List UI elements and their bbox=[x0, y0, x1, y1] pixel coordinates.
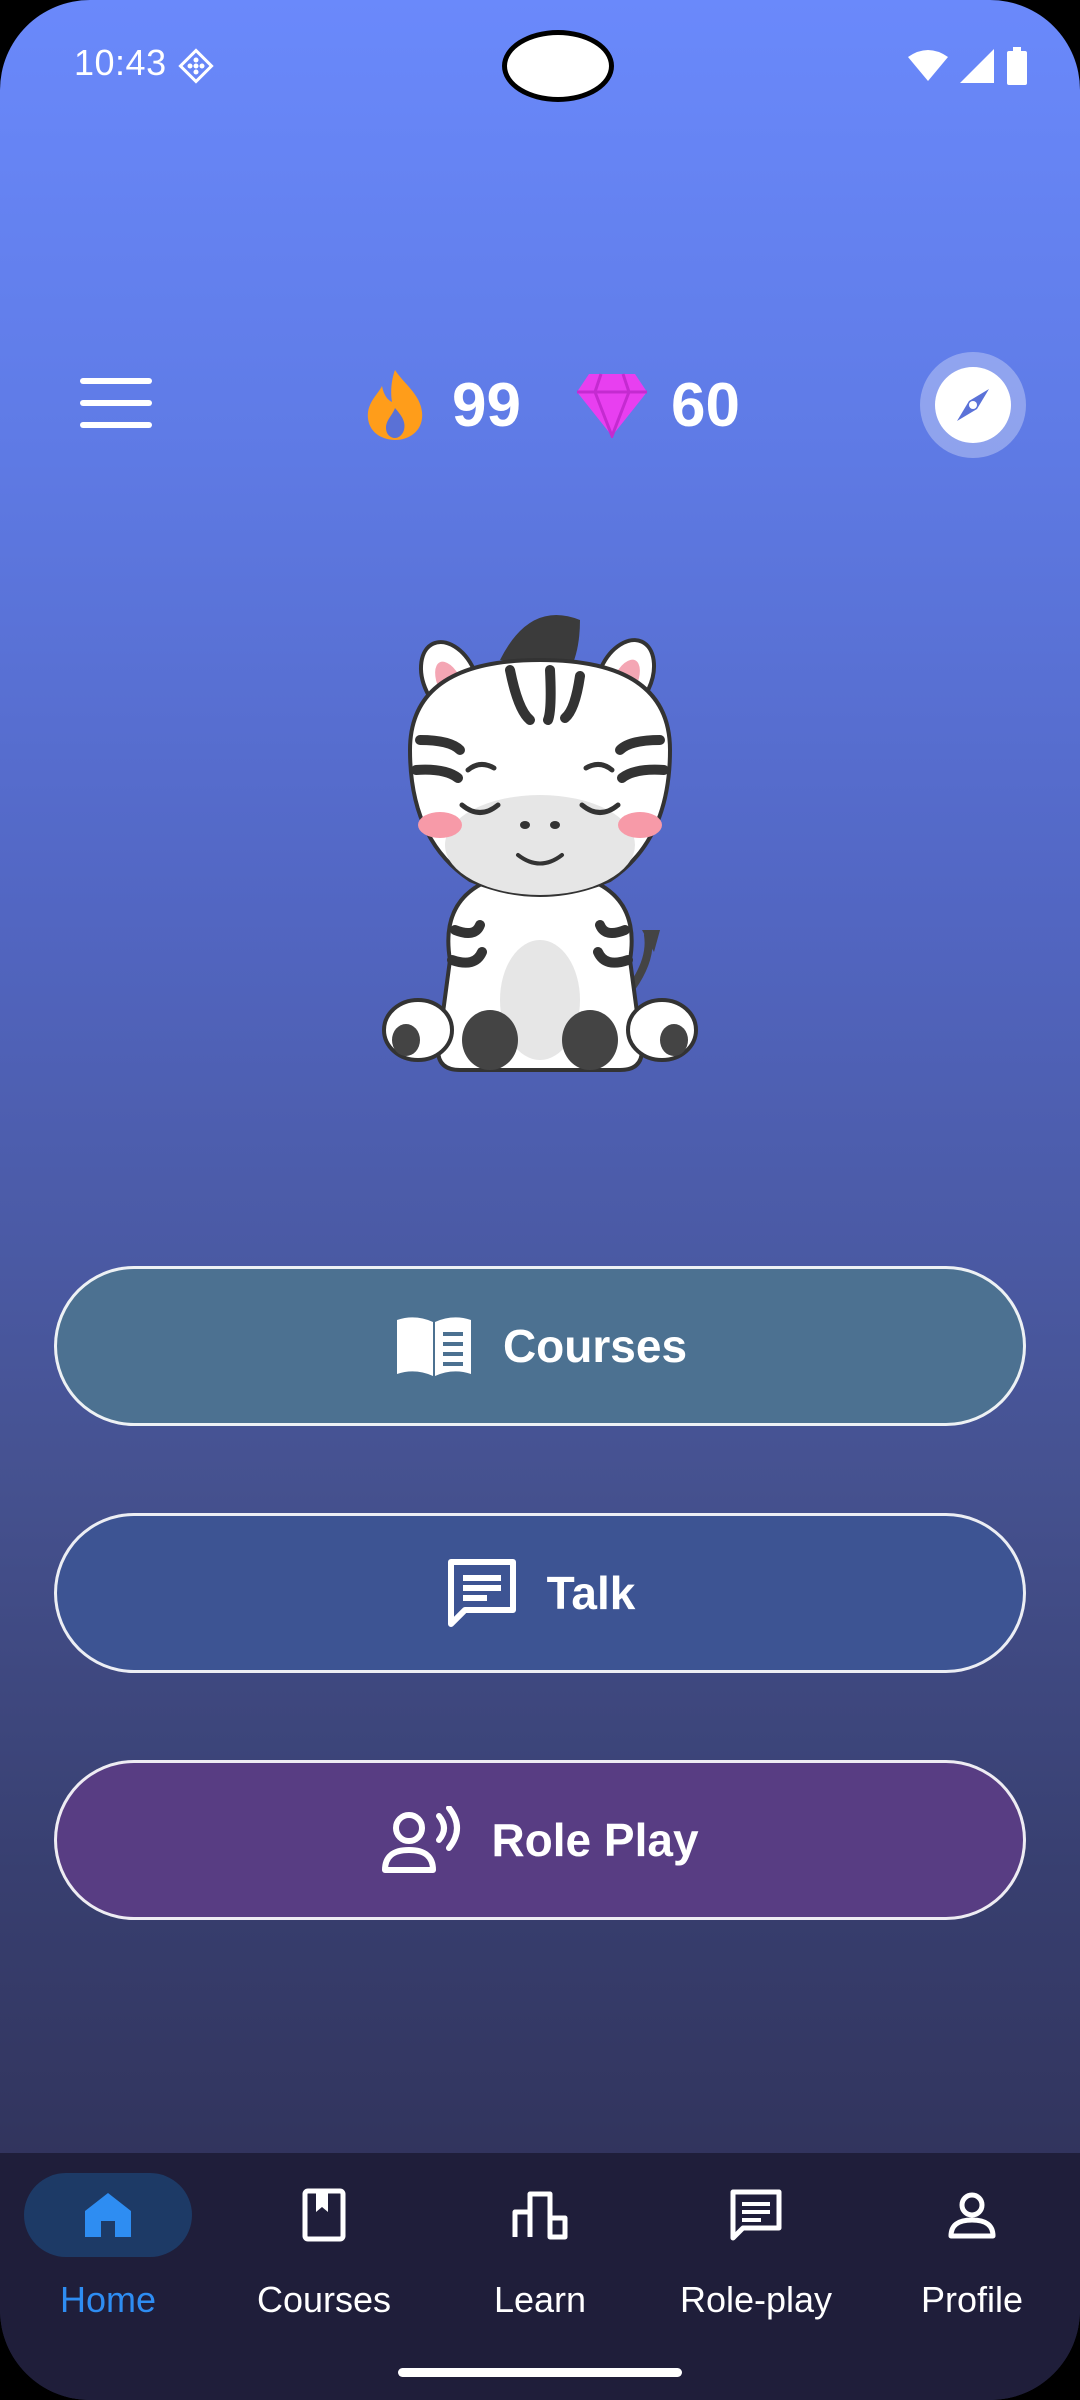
explore-button[interactable] bbox=[920, 352, 1026, 458]
voice-person-icon bbox=[382, 1806, 461, 1873]
chat-bubble-icon bbox=[447, 1559, 516, 1627]
status-time: 10:43 bbox=[74, 42, 167, 83]
streak-counter: 99 bbox=[360, 368, 521, 442]
nav-label-learn: Learn bbox=[493, 2279, 587, 2320]
nav-label-profile: Profile bbox=[920, 2279, 1024, 2320]
flame-icon bbox=[367, 370, 423, 440]
home-icon bbox=[85, 2193, 131, 2237]
courses-button-label: Courses bbox=[502, 1320, 688, 1372]
front-camera bbox=[502, 30, 614, 102]
talk-button-label: Talk bbox=[546, 1567, 636, 1619]
nav-label-role-play: Role-play bbox=[679, 2279, 833, 2320]
streak-value: 99 bbox=[452, 370, 521, 440]
message-icon bbox=[730, 2189, 782, 2241]
role-play-button[interactable]: Role Play bbox=[54, 1760, 1026, 1920]
menu-button[interactable] bbox=[80, 378, 160, 434]
compass-icon bbox=[957, 389, 989, 421]
nav-item-learn[interactable]: Learn bbox=[432, 2173, 648, 2343]
wifi-icon bbox=[908, 50, 948, 81]
talk-button[interactable]: Talk bbox=[54, 1513, 1026, 1673]
gem-icon bbox=[576, 373, 647, 438]
leaderboard-icon bbox=[512, 2191, 568, 2240]
phone-screen: 10:43 99 60 Courses Talk Role Play Home … bbox=[0, 0, 1080, 2400]
nav-item-role-play[interactable]: Role-play bbox=[648, 2173, 864, 2343]
role-play-button-label: Role Play bbox=[491, 1814, 699, 1866]
bookmark-book-icon bbox=[302, 2188, 346, 2242]
nav-item-courses[interactable]: Courses bbox=[216, 2173, 432, 2343]
nav-item-profile[interactable]: Profile bbox=[864, 2173, 1080, 2343]
gem-counter: 60 bbox=[575, 370, 740, 441]
courses-button[interactable]: Courses bbox=[54, 1266, 1026, 1426]
gem-value: 60 bbox=[670, 370, 740, 440]
zebra-mascot bbox=[382, 615, 698, 1072]
bottom-navigation: Home Courses Learn Role-play Profile bbox=[0, 2153, 1080, 2400]
person-icon bbox=[948, 2192, 996, 2239]
nav-label-courses: Courses bbox=[256, 2279, 392, 2320]
sim-status-icon bbox=[178, 48, 214, 84]
nav-item-home[interactable]: Home bbox=[0, 2173, 216, 2343]
nav-label-home: Home bbox=[59, 2279, 157, 2320]
open-book-icon bbox=[396, 1317, 471, 1376]
stats-bar: 99 60 bbox=[360, 360, 740, 450]
battery-icon bbox=[1007, 47, 1027, 85]
cellular-signal-icon bbox=[960, 49, 994, 83]
status-bar: 10:43 bbox=[0, 0, 1080, 130]
hamburger-menu-icon bbox=[80, 378, 152, 384]
gesture-bar[interactable] bbox=[398, 2368, 682, 2377]
